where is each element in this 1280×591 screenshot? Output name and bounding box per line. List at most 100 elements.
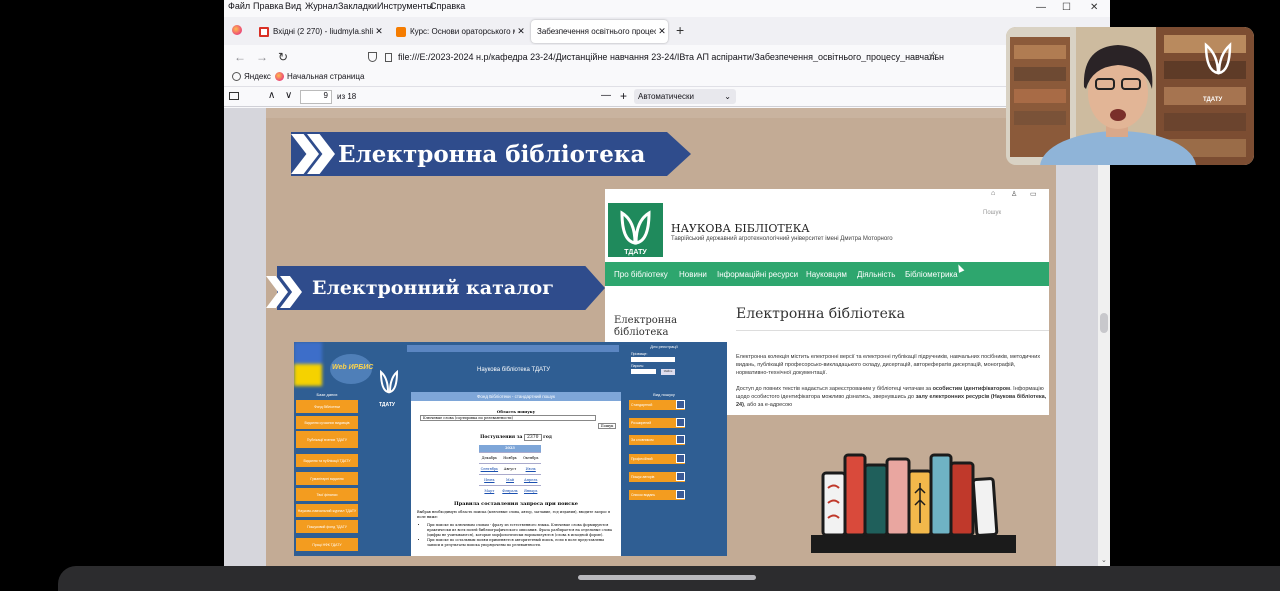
bookmark-label: Яндекс bbox=[244, 72, 271, 81]
scroll-down-arrow[interactable]: ⌄ bbox=[1101, 556, 1107, 564]
left-menu-item: Видання та публікації ТДАТУ bbox=[296, 454, 358, 467]
sidebar-toggle-icon[interactable] bbox=[229, 92, 239, 100]
left-menu-item: Публікації вчених ТДАТУ bbox=[296, 431, 358, 448]
catalog-screenshot: Web ИРБИС ТДАТУ Наукова бібліотека ТДАТУ… bbox=[294, 342, 727, 556]
ukraine-flag bbox=[294, 342, 322, 386]
menu-history[interactable]: Журнал bbox=[305, 1, 338, 11]
home-indicator[interactable] bbox=[578, 575, 756, 580]
search-icon bbox=[676, 490, 685, 499]
month-cell: Октябрь bbox=[522, 456, 539, 460]
monitor-icon: ▭ bbox=[1030, 191, 1037, 198]
calendar-row: Июнь Май Апрель bbox=[479, 474, 541, 485]
banner-electronic-library: Електронна бібліотека bbox=[291, 132, 691, 176]
library-paragraph-1: Електронна колекція містить електронні в… bbox=[736, 354, 1041, 376]
left-menu-item: Твої фінанси bbox=[296, 488, 358, 501]
zoom-in-button[interactable]: + bbox=[620, 89, 627, 103]
maximize-button[interactable]: ☐ bbox=[1062, 2, 1071, 13]
menu-tools[interactable]: Инструменты bbox=[377, 1, 433, 11]
chevron-down-icon: ⌄ bbox=[724, 92, 731, 101]
password-label: Пароль: bbox=[631, 364, 645, 368]
calendar-row: Март Февраль Январь bbox=[479, 485, 541, 496]
period-label: год bbox=[543, 435, 552, 440]
vertical-scrollbar[interactable]: ⌄ bbox=[1098, 108, 1110, 566]
scrollbar-thumb[interactable] bbox=[1100, 313, 1108, 333]
menu-help[interactable]: Справка bbox=[430, 1, 465, 11]
url-bar[interactable]: file:///E:/2023-2024 н.р/кафедра 23-24/Д… bbox=[368, 48, 948, 66]
library-nav-menu: Про бібліотеку Новини Інформаційні ресур… bbox=[605, 262, 1049, 286]
pdf-viewer[interactable]: Електронна бібліотека Електронний катало… bbox=[224, 108, 1110, 566]
search-icon bbox=[676, 435, 685, 444]
search-area-label: Область пошуку bbox=[496, 409, 536, 414]
prev-page-button[interactable]: ∧ bbox=[268, 90, 275, 101]
irbis-logo-text: Web ИРБИС bbox=[332, 364, 374, 371]
left-menu-item: Гуманітарні видання bbox=[296, 472, 358, 485]
bookmark-label: Начальная страница bbox=[287, 72, 365, 81]
nav-about-library: Про бібліотеку bbox=[614, 270, 668, 279]
tab-close-icon[interactable]: ✕ bbox=[373, 26, 385, 37]
nav-bibliometrics: Бібліометрика bbox=[905, 270, 958, 279]
webcam-scene bbox=[1006, 27, 1254, 165]
left-menu-item: Праці НФК ТДАТУ bbox=[296, 538, 358, 551]
login-label: Прізвище: bbox=[631, 352, 648, 356]
left-menu-item: Науково-навчальний журнал ТДАТУ bbox=[296, 504, 358, 517]
left-menu-header: Бази даних bbox=[316, 392, 338, 397]
bookmark-star-icon[interactable]: ☆ bbox=[928, 49, 939, 63]
month-cell: Февраль bbox=[502, 489, 518, 493]
menu-bookmarks[interactable]: Закладки bbox=[338, 1, 377, 11]
menu-edit[interactable]: Правка bbox=[253, 1, 283, 11]
menu-file[interactable]: Файл bbox=[228, 1, 250, 11]
search-button: Пошук bbox=[598, 423, 616, 429]
zoom-value: Автоматически bbox=[638, 92, 694, 101]
calendar-row: Сентябрь Август Июль bbox=[479, 463, 541, 474]
menu-bar: Файл Правка Вид Журнал Закладки Инструме… bbox=[224, 0, 1110, 14]
library-subtitle: Таврійський державний агротехнологічний … bbox=[671, 236, 893, 242]
file-icon bbox=[385, 52, 392, 62]
minimize-button[interactable]: — bbox=[1036, 2, 1046, 13]
slide-top-edge bbox=[266, 108, 1056, 118]
tab-close-icon[interactable]: ✕ bbox=[656, 26, 668, 37]
tab-pdf-active[interactable]: Забезпечення освітнього процесу ✕ bbox=[531, 20, 668, 43]
banner-electronic-catalog: Електронний каталог bbox=[277, 266, 605, 310]
nav-news: Новини bbox=[679, 270, 707, 279]
new-tab-button[interactable]: + bbox=[676, 22, 684, 38]
month-cell: Май bbox=[506, 478, 515, 482]
page-number-input[interactable]: 9 bbox=[300, 90, 332, 104]
tab-course[interactable]: Курс: Основи ораторського ма ✕ bbox=[390, 20, 527, 43]
menu-view[interactable]: Вид bbox=[285, 1, 301, 11]
search-area-value: Ключевые слова (сортировка по релевантно… bbox=[423, 416, 513, 420]
form-title: Фонд Бібліотеки - стандартний пошук bbox=[411, 392, 621, 401]
bookmark-home[interactable]: Начальная страница bbox=[275, 72, 364, 81]
search-icon bbox=[676, 454, 685, 463]
tab-bar: Вхідні (2 270) - liudmyla.shlicina ✕ Кур… bbox=[224, 17, 1110, 45]
rules-heading: Правила составления запроса при поиске bbox=[454, 501, 578, 507]
back-button[interactable]: ← bbox=[234, 50, 246, 64]
close-window-button[interactable]: ✕ bbox=[1090, 2, 1098, 13]
tab-close-icon[interactable]: ✕ bbox=[515, 26, 527, 37]
period-label: Поступления за bbox=[480, 435, 523, 440]
heading-divider bbox=[736, 330, 1049, 331]
month-cell: Ноябрь bbox=[503, 456, 517, 460]
search-icon bbox=[676, 418, 685, 427]
next-page-button[interactable]: ∨ bbox=[285, 90, 292, 101]
nav-info-resources: Інформаційні ресурси bbox=[717, 270, 799, 279]
forward-button[interactable]: → bbox=[256, 50, 268, 64]
bookmark-yandex[interactable]: Яндекс bbox=[232, 72, 271, 81]
tab-gmail[interactable]: Вхідні (2 270) - liudmyla.shlicina ✕ bbox=[253, 20, 385, 43]
rules-item: При поиске по ключевым словам - фразу из… bbox=[427, 523, 613, 538]
zoom-select[interactable]: Автоматически ⌄ bbox=[634, 89, 736, 104]
shield-icon[interactable] bbox=[368, 52, 377, 62]
rules-item: При поиске по остальным полям применяетс… bbox=[427, 538, 613, 548]
reload-button[interactable]: ↻ bbox=[278, 50, 288, 64]
library-page-heading: Електронна бібліотека bbox=[736, 306, 906, 322]
user-icon: ♙ bbox=[1011, 191, 1018, 198]
library-paragraph-2: Доступ до повних текстів надається зареє… bbox=[736, 385, 1049, 411]
catalog-logo-caption: ТДАТУ bbox=[379, 402, 396, 408]
zoom-out-button[interactable]: — bbox=[601, 90, 611, 101]
p2-text: Доступ до повних текстів надається зареє… bbox=[736, 386, 933, 392]
page-count: из 18 bbox=[337, 92, 357, 101]
rules-intro: Выбрав необходимую область поиска (ключе… bbox=[417, 510, 611, 519]
firefox-view-icon[interactable] bbox=[232, 25, 242, 35]
bookmarks-toolbar: Яндекс Начальная страница bbox=[224, 69, 1110, 86]
calendar-table: 2023 Декабрь Ноябрь Октябрь Сентябрь Авг… bbox=[479, 445, 541, 496]
login-button: Увійти bbox=[661, 369, 675, 375]
